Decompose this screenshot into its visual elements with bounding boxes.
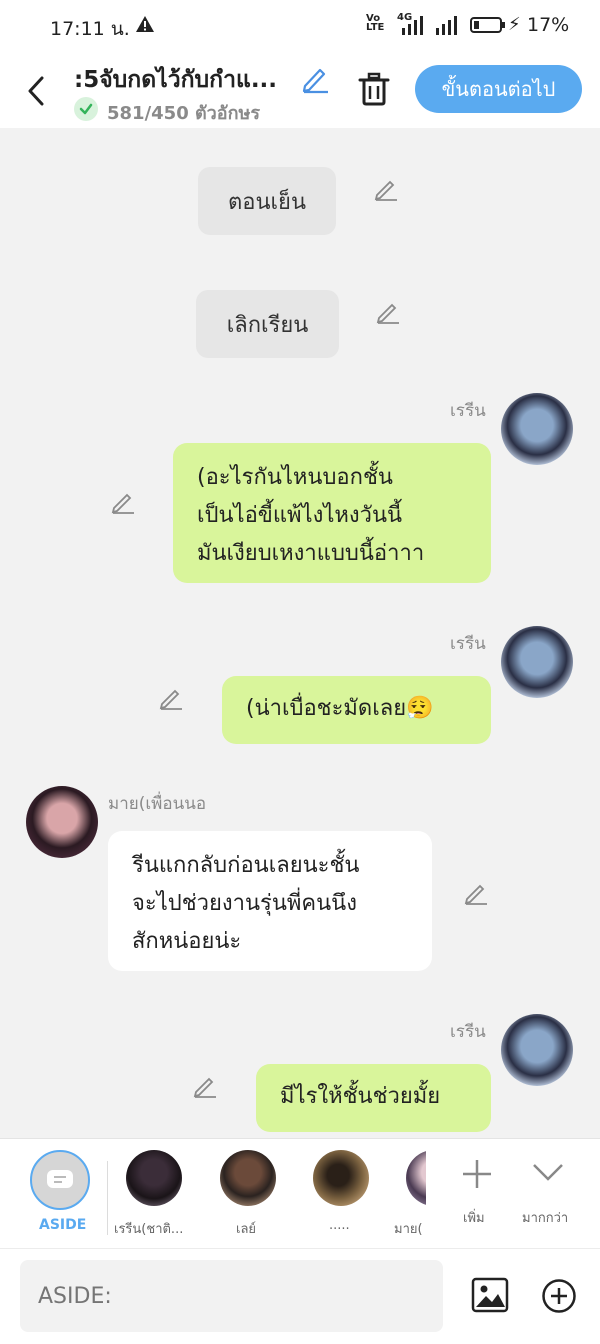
- plus-icon[interactable]: [460, 1157, 494, 1191]
- speaker-name: เรรีน: [450, 401, 486, 421]
- character-count: 581/450 ตัวอักษร: [107, 103, 261, 124]
- check-icon: [74, 97, 98, 121]
- divider: [107, 1161, 108, 1235]
- edit-icon[interactable]: [110, 489, 136, 515]
- avatar-reen[interactable]: [501, 393, 573, 465]
- story-title: :5จับกดไว้กับกำแ...: [74, 67, 278, 93]
- message-line: มีไรให้ชั้นช่วยมั้ย: [280, 1084, 441, 1109]
- chevron-down-icon[interactable]: [531, 1161, 565, 1183]
- character-dots[interactable]: [313, 1150, 369, 1206]
- composer-bar: [0, 1248, 600, 1344]
- character-label: มาย(: [394, 1222, 423, 1237]
- message-line: จะไปช่วยงานรุ่นพี่คนนึง: [132, 891, 357, 916]
- back-arrow-icon[interactable]: [26, 76, 46, 106]
- narration-text: เลิกเรียน: [226, 312, 309, 338]
- edit-icon[interactable]: [373, 176, 399, 202]
- next-step-button[interactable]: ขั้นตอนต่อไป: [415, 65, 582, 113]
- character-bar: ASIDE เรรีน(ชาติ... เลย์ ..... มาย( เพิ่…: [0, 1138, 600, 1249]
- image-icon[interactable]: [471, 1277, 509, 1313]
- status-bar: 17:11 น. Vo LTE 4G ⚡ 17%: [0, 0, 600, 52]
- signal-icon: [402, 16, 423, 35]
- narration-bubble[interactable]: ตอนเย็น: [198, 167, 336, 235]
- chat-bubble-icon: [47, 1170, 73, 1188]
- volte-icon: Vo LTE: [366, 13, 385, 33]
- header: :5จับกดไว้กับกำแ... 581/450 ตัวอักษร ขั้…: [0, 52, 600, 128]
- message-line: มันเงียบเหงาแบบนี้อ่าาา: [197, 541, 425, 566]
- message-line: (อะไรกันไหนบอกชั้น: [197, 465, 393, 490]
- character-label: .....: [329, 1218, 350, 1233]
- edit-icon[interactable]: [375, 299, 401, 325]
- add-label[interactable]: เพิ่ม: [463, 1207, 485, 1228]
- message-bubble[interactable]: (อะไรกันไหนบอกชั้น เป็นไอ่ขี้แพ้ไงไหงวัน…: [173, 443, 491, 583]
- message-line: รีนแกกลับก่อนเลยนะชั้น: [132, 853, 360, 878]
- narration-bubble[interactable]: เลิกเรียน: [196, 290, 339, 358]
- speaker-name: มาย(เพื่อนนอ: [108, 794, 207, 814]
- character-aside[interactable]: [30, 1150, 90, 1210]
- edit-title-icon[interactable]: [300, 64, 330, 94]
- avatar-reen[interactable]: [501, 626, 573, 698]
- character-label: ASIDE: [39, 1217, 87, 1233]
- signal-icon-2: [436, 16, 457, 35]
- message-bubble[interactable]: รีนแกกลับก่อนเลยนะชั้น จะไปช่วยงานรุ่นพี…: [108, 831, 432, 971]
- character-label: เรรีน(ชาติ...: [114, 1222, 184, 1237]
- avatar-mai[interactable]: [26, 786, 98, 858]
- chat-area[interactable]: ตอนเย็น เลิกเรียน เรรีน (อะไรกันไหนบอกชั…: [0, 128, 600, 1138]
- warning-icon: [136, 16, 154, 32]
- message-bubble[interactable]: มีไรให้ชั้นช่วยมั้ย: [256, 1064, 491, 1132]
- charging-icon: ⚡: [508, 14, 521, 35]
- character-reen[interactable]: [126, 1150, 182, 1206]
- edit-icon[interactable]: [463, 880, 489, 906]
- edit-icon[interactable]: [158, 685, 184, 711]
- add-circle-icon[interactable]: [541, 1278, 577, 1314]
- message-line: (น่าเบื่อชะมัดเลย😮‍💨: [246, 696, 434, 721]
- character-label: เลย์: [236, 1222, 257, 1237]
- narration-text: ตอนเย็น: [228, 189, 306, 215]
- battery-cap: [502, 22, 505, 28]
- speaker-name: เรรีน: [450, 1022, 486, 1042]
- message-input[interactable]: [20, 1260, 443, 1332]
- battery-percent: 17%: [527, 14, 570, 36]
- message-bubble[interactable]: (น่าเบื่อชะมัดเลย😮‍💨: [222, 676, 491, 744]
- character-mai[interactable]: [406, 1150, 426, 1206]
- edit-icon[interactable]: [192, 1073, 218, 1099]
- status-time: 17:11 น.: [50, 18, 130, 40]
- message-line: สักหน่อยน่ะ: [132, 929, 242, 954]
- avatar-reen[interactable]: [501, 1014, 573, 1086]
- battery-icon: [470, 17, 502, 33]
- more-label[interactable]: มากกว่า: [522, 1207, 568, 1228]
- message-line: เป็นไอ่ขี้แพ้ไงไหงวันนี้: [197, 503, 403, 528]
- trash-icon[interactable]: [358, 72, 390, 106]
- speaker-name: เรรีน: [450, 634, 486, 654]
- character-ley[interactable]: [220, 1150, 276, 1206]
